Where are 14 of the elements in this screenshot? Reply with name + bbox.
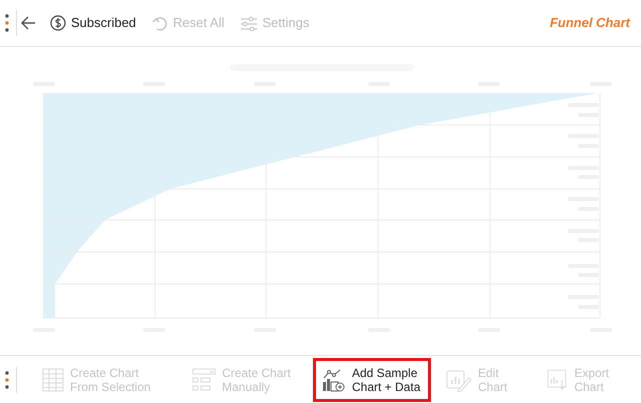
undo-icon (152, 15, 168, 31)
panel-title: Funnel Chart (550, 14, 630, 32)
back-icon[interactable] (21, 16, 36, 30)
subscribed-button[interactable]: Subscribed (50, 13, 136, 33)
chart-export-icon (547, 368, 568, 392)
form-icon (192, 368, 216, 392)
add-sample-button[interactable]: Add Sample Chart + Data (313, 358, 431, 402)
menu-icon[interactable] (5, 14, 9, 32)
chart-add-icon (322, 368, 346, 392)
dollar-icon (50, 15, 66, 31)
menu-icon[interactable] (5, 370, 9, 388)
chart-edit-icon (446, 368, 472, 392)
sliders-icon (240, 16, 258, 30)
table-icon (42, 368, 64, 392)
